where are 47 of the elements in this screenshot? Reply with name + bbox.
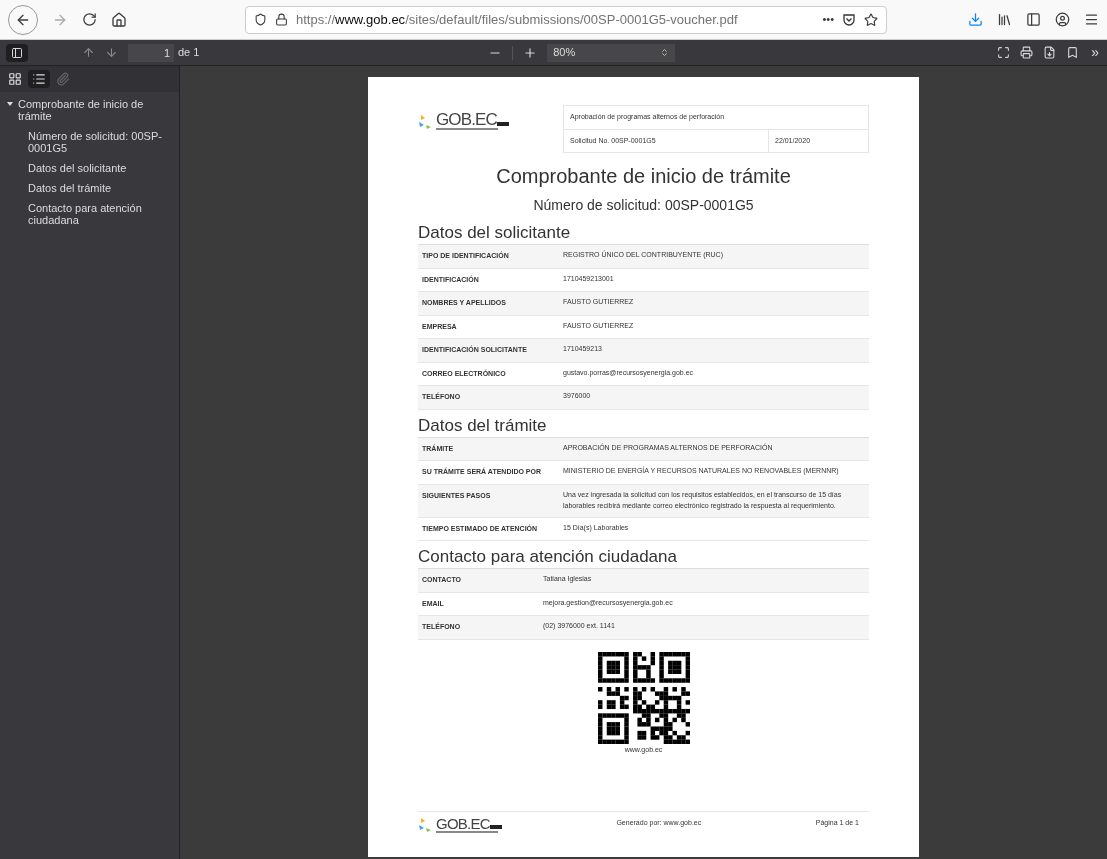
zoom-in-icon[interactable] bbox=[523, 45, 538, 60]
dropdown-arrows-icon bbox=[660, 48, 670, 57]
account-icon[interactable] bbox=[1055, 12, 1070, 27]
pocket-icon[interactable] bbox=[842, 12, 856, 27]
page-number-field[interactable]: 1 bbox=[128, 43, 174, 62]
outline-icon bbox=[32, 72, 46, 86]
outline-item[interactable]: Contacto para atención ciudadana bbox=[28, 202, 173, 234]
logo-text: GOB.EC bbox=[436, 111, 498, 128]
shield-icon[interactable] bbox=[254, 13, 267, 26]
sidebar-view-tab[interactable] bbox=[28, 70, 50, 88]
previous-page-icon[interactable] bbox=[82, 46, 95, 59]
logo-tagline-bar bbox=[436, 128, 498, 130]
page-count: de 1 bbox=[178, 45, 200, 61]
page-actions-menu[interactable]: ••• bbox=[822, 11, 834, 28]
reload-icon[interactable] bbox=[82, 12, 97, 27]
sidebar-toggle[interactable] bbox=[6, 43, 28, 62]
outline-item[interactable]: Datos del trámite bbox=[28, 182, 112, 202]
print-icon[interactable] bbox=[1020, 46, 1034, 59]
thumbnails-icon bbox=[8, 72, 22, 86]
paperclip-icon bbox=[56, 72, 70, 86]
address-bar[interactable]: https://www.gob.ec/sites/default/files/submissions/00SP-0001G5-voucher.pdf ••• bbox=[245, 5, 887, 34]
sidebar-icon[interactable] bbox=[1026, 12, 1041, 27]
library-icon[interactable] bbox=[997, 12, 1012, 27]
section-heading: Contacto para atención ciudadana bbox=[418, 547, 677, 566]
section-heading: Datos del solicitante bbox=[418, 223, 571, 242]
presentation-icon[interactable] bbox=[997, 46, 1011, 59]
star-icon[interactable] bbox=[864, 12, 878, 27]
save-icon[interactable] bbox=[1043, 46, 1057, 59]
document-title: Comprobante de inicio de trámite bbox=[496, 165, 791, 187]
zoom-select[interactable]: 80% bbox=[547, 43, 676, 62]
menu-icon[interactable] bbox=[1084, 12, 1099, 27]
outline-item[interactable]: Datos del solicitante bbox=[28, 162, 127, 182]
outline-item[interactable]: Número de solicitud: 00SP-0001G5 bbox=[28, 130, 173, 162]
download-icon[interactable] bbox=[968, 12, 983, 27]
document-subtitle: Número de solicitud: 00SP-0001G5 bbox=[533, 197, 754, 213]
more-tools-button[interactable]: » bbox=[1089, 42, 1101, 63]
url-text: https://www.gob.ec/sites/default/files/submissions/00SP-0001G5-voucher.pdf bbox=[296, 10, 739, 29]
next-page-icon[interactable] bbox=[105, 46, 118, 59]
home-icon[interactable] bbox=[111, 11, 127, 28]
section-heading: Datos del trámite bbox=[418, 415, 547, 435]
outline-item[interactable]: Comprobante de inicio de trámite bbox=[18, 98, 173, 130]
bookmark-icon[interactable] bbox=[1066, 46, 1080, 59]
sidebar-icon bbox=[11, 46, 23, 59]
lock-icon[interactable] bbox=[275, 13, 288, 26]
logo-tagline-bar bbox=[436, 831, 498, 833]
logo-text: GOB.EC bbox=[436, 816, 490, 831]
expand-caret-icon[interactable] bbox=[6, 100, 14, 108]
